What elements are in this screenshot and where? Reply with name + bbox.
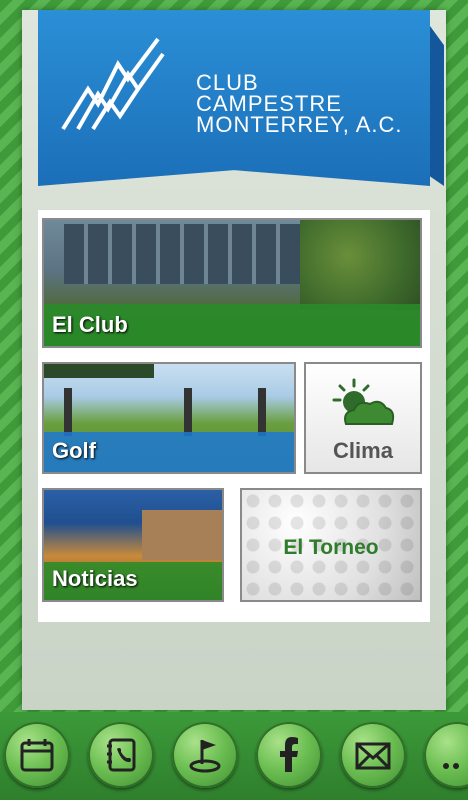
club-building-image	[64, 224, 324, 284]
golfer-figure	[184, 388, 192, 436]
driving-range-roof	[44, 364, 154, 378]
tile-clima[interactable]: Clima	[304, 362, 422, 474]
directory-button[interactable]	[88, 722, 154, 788]
golf-course-button[interactable]	[172, 722, 238, 788]
more-icon	[443, 763, 459, 769]
weather-icon	[332, 378, 395, 425]
menu-grid: El Club Golf Clima Noticias El Torneo	[38, 210, 430, 622]
club-name-line3: MONTERREY, A.C.	[196, 112, 403, 137]
mail-icon	[355, 742, 391, 770]
phonebook-icon	[107, 738, 136, 772]
golf-hole-icon	[189, 740, 221, 773]
tile-el-club[interactable]: El Club	[42, 218, 422, 348]
calendar-button[interactable]	[4, 722, 70, 788]
calendar-icon	[20, 739, 54, 772]
tile-golf-label: Golf	[52, 438, 96, 463]
tile-el-torneo-label: El Torneo	[283, 536, 379, 559]
tile-el-torneo[interactable]: El Torneo	[240, 488, 422, 602]
tile-noticias-label: Noticias	[52, 566, 138, 591]
golfer-figure	[64, 388, 72, 436]
club-trees-image	[300, 220, 420, 310]
mail-button[interactable]	[340, 722, 406, 788]
club-name-line1: CLUB	[196, 70, 259, 95]
tile-el-club-label: El Club	[52, 312, 128, 337]
tile-clima-label: Clima	[333, 438, 393, 463]
club-name: CLUB CAMPESTRE MONTERREY, A.C.	[196, 70, 403, 137]
news-building-image	[142, 510, 222, 560]
golfer-figure	[258, 388, 266, 436]
banner-fold	[430, 26, 444, 186]
tile-golf[interactable]: Golf	[42, 362, 296, 474]
club-logo-icon	[61, 37, 165, 131]
facebook-button[interactable]	[256, 722, 322, 788]
facebook-icon	[280, 737, 298, 772]
tile-noticias[interactable]: Noticias	[42, 488, 224, 602]
club-name-line2: CAMPESTRE	[196, 91, 342, 116]
